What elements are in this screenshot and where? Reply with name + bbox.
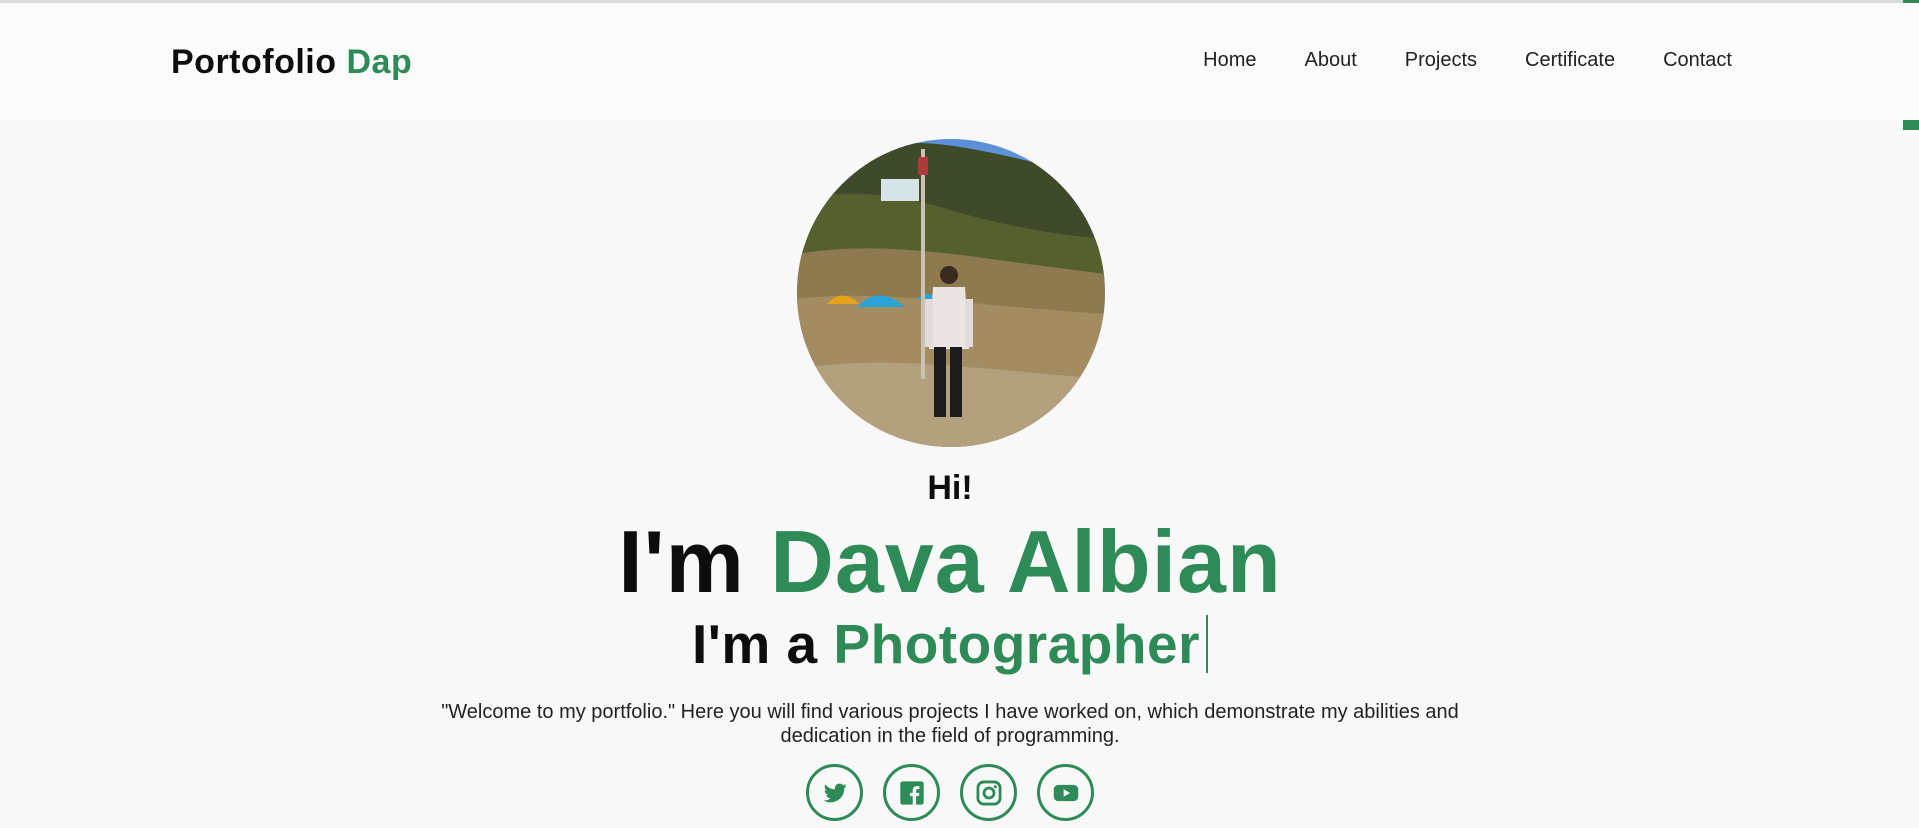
page: Portofolio Dap Home About Projects Certi… xyxy=(0,0,1919,828)
facebook-button[interactable] xyxy=(883,764,940,821)
typing-cursor xyxy=(1205,615,1208,673)
hero-role-heading: I'm a Photographer xyxy=(0,612,1900,676)
youtube-icon xyxy=(1053,784,1078,801)
hero-section: Hi! I'm Dava Albian I'm a Photographer "… xyxy=(0,466,1900,748)
hero-name-heading: I'm Dava Albian xyxy=(0,514,1900,610)
hero-role: Photographer xyxy=(833,613,1200,675)
hero-greeting: Hi! xyxy=(927,469,973,507)
hero-role-prefix: I'm a xyxy=(692,613,818,675)
brand-name: Portofolio xyxy=(171,43,337,81)
profile-photo-illustration xyxy=(797,139,1105,447)
navbar: Portofolio Dap Home About Projects Certi… xyxy=(0,3,1919,120)
instagram-button[interactable] xyxy=(960,764,1017,821)
hero-name: Dava Albian xyxy=(770,512,1282,611)
social-links xyxy=(0,764,1900,821)
youtube-button[interactable] xyxy=(1037,764,1094,821)
nav-certificate[interactable]: Certificate xyxy=(1525,49,1615,72)
nav-contact[interactable]: Contact xyxy=(1663,49,1732,72)
instagram-icon xyxy=(976,780,1001,805)
brand-accent: Dap xyxy=(346,43,413,81)
twitter-icon xyxy=(822,783,847,802)
brand-logo[interactable]: Portofolio Dap xyxy=(171,43,412,82)
nav-about[interactable]: About xyxy=(1305,49,1357,72)
hero-description: "Welcome to my portfolio." Here you will… xyxy=(441,701,1459,747)
facebook-icon xyxy=(899,780,924,805)
nav-home[interactable]: Home xyxy=(1203,49,1256,72)
main-nav: Home About Projects Certificate Contact xyxy=(1203,49,1732,72)
profile-photo xyxy=(797,139,1105,447)
hero-name-prefix: I'm xyxy=(618,512,745,611)
twitter-button[interactable] xyxy=(806,764,863,821)
nav-projects[interactable]: Projects xyxy=(1405,49,1477,72)
